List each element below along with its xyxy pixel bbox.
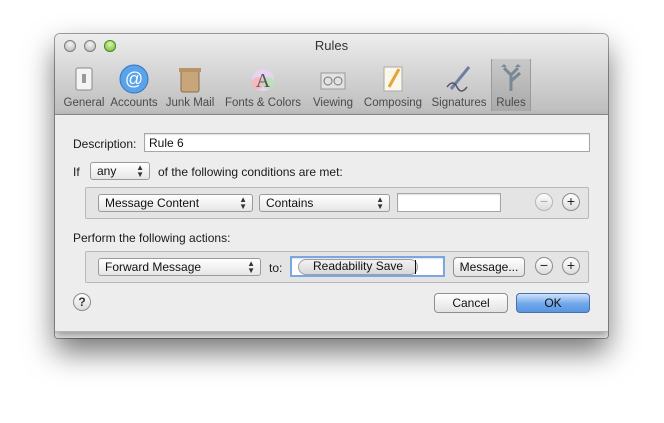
add-action-button[interactable]: +	[562, 257, 580, 275]
cancel-button[interactable]: Cancel	[434, 293, 508, 313]
glasses-icon	[317, 63, 349, 95]
popup-arrows-icon: ▲ ▼	[136, 163, 144, 179]
tab-viewing-label: Viewing	[312, 97, 354, 109]
if-label: If	[73, 165, 80, 179]
popup-arrows-icon: ▲ ▼	[376, 195, 384, 211]
description-field[interactable]: Rule 6	[144, 133, 590, 152]
tab-composing[interactable]: Composing	[359, 59, 427, 111]
add-condition-button[interactable]: +	[562, 193, 580, 211]
title-bar: Rules General @ Accounts Junk Mail A Fon…	[55, 34, 608, 115]
action-row: Forward Message ▲ ▼ to: Readability Save …	[85, 251, 589, 283]
remove-action-button[interactable]: −	[535, 257, 553, 275]
tab-general-label: General	[63, 97, 105, 109]
window-title: Rules	[314, 38, 349, 53]
popup-arrows-icon: ▲ ▼	[247, 259, 255, 275]
tab-viewing[interactable]: Viewing	[307, 59, 359, 111]
tab-junk-mail-label: Junk Mail	[165, 97, 215, 109]
svg-text:A: A	[256, 70, 271, 92]
tab-signatures[interactable]: Signatures	[427, 59, 491, 111]
condition-operator-popup[interactable]: Contains ▲ ▼	[259, 194, 390, 212]
at-sign-icon: @	[118, 63, 150, 95]
condition-value-field[interactable]	[397, 193, 501, 212]
tab-rules[interactable]: Rules	[491, 59, 531, 111]
tab-fonts-colors[interactable]: A Fonts & Colors	[219, 59, 307, 111]
tab-signatures-label: Signatures	[431, 97, 487, 109]
help-button[interactable]: ?	[73, 293, 91, 311]
action-type-popup[interactable]: Forward Message ▲ ▼	[98, 258, 261, 276]
rules-arrows-icon	[495, 63, 527, 95]
color-a-icon: A	[247, 63, 279, 95]
tab-accounts[interactable]: @ Accounts	[107, 59, 161, 111]
remove-condition-button[interactable]: −	[535, 193, 553, 211]
trash-can-icon	[174, 63, 206, 95]
tab-composing-label: Composing	[363, 97, 423, 109]
condition-field-value: Message Content	[105, 196, 200, 210]
recipient-field[interactable]: Readability Save	[290, 256, 445, 277]
rules-content-area: Description: Rule 6 If any ▲ ▼ of the fol…	[55, 115, 608, 338]
tab-junk-mail[interactable]: Junk Mail	[161, 59, 219, 111]
pencil-paper-icon	[377, 63, 409, 95]
popup-arrows-icon: ▲ ▼	[239, 195, 247, 211]
condition-row: Message Content ▲ ▼ Contains ▲ ▼ − +	[85, 187, 589, 219]
tab-general[interactable]: General	[61, 59, 107, 111]
description-label: Description:	[73, 137, 137, 151]
rule-edit-sheet: Description: Rule 6 If any ▲ ▼ of the fol…	[55, 115, 608, 332]
to-label: to:	[269, 261, 283, 275]
tab-rules-label: Rules	[496, 97, 526, 109]
condition-operator-value: Contains	[266, 196, 314, 210]
match-any-popup[interactable]: any ▲ ▼	[90, 162, 150, 180]
tab-accounts-label: Accounts	[110, 97, 158, 109]
ok-button[interactable]: OK	[516, 293, 590, 313]
text-caret	[415, 260, 416, 274]
actions-label: Perform the following actions:	[73, 231, 231, 245]
message-button[interactable]: Message...	[453, 257, 525, 277]
recipient-token[interactable]: Readability Save	[298, 259, 419, 275]
match-any-value: any	[97, 164, 117, 178]
conditions-suffix-label: of the following conditions are met:	[158, 165, 343, 179]
light-switch-icon	[68, 63, 100, 95]
rules-window: Rules General @ Accounts Junk Mail A Fon…	[55, 34, 608, 338]
action-type-value: Forward Message	[105, 260, 202, 274]
svg-text:@: @	[125, 69, 143, 89]
condition-field-popup[interactable]: Message Content ▲ ▼	[98, 194, 253, 212]
preferences-toolbar: General @ Accounts Junk Mail A Fonts & C…	[61, 59, 531, 111]
pen-signature-icon	[443, 63, 475, 95]
tab-fonts-colors-label: Fonts & Colors	[224, 97, 302, 109]
